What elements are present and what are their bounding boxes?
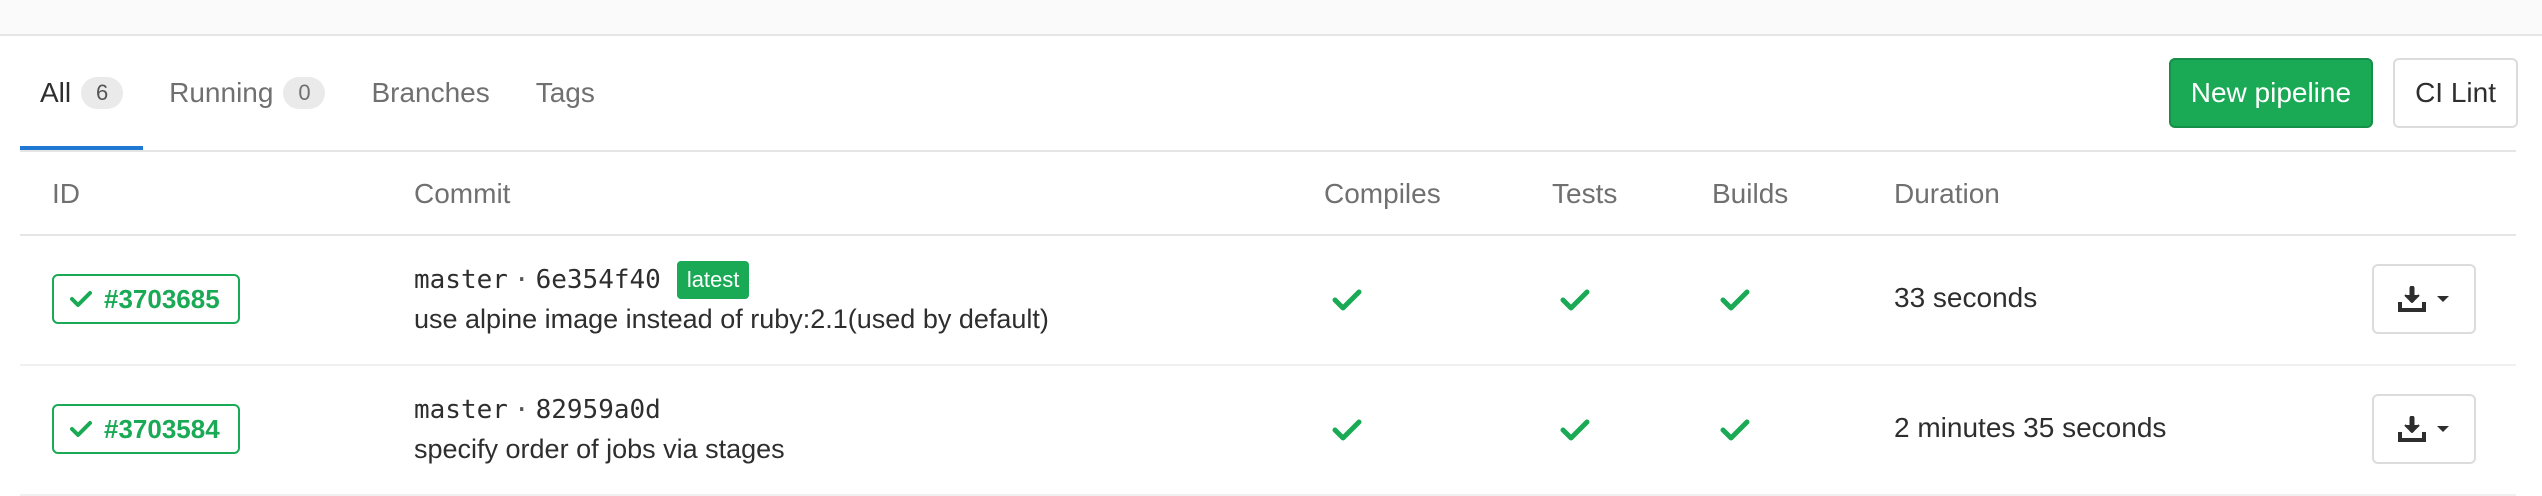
header-tests: Tests <box>1552 178 1618 209</box>
artifacts-dropdown-button[interactable] <box>2372 394 2476 464</box>
commit-ref-line: master · 82959a0d <box>414 390 785 430</box>
header-commit: Commit <box>414 178 511 209</box>
artifacts-dropdown-button[interactable] <box>2372 264 2476 334</box>
commit-ref-line: master · 6e354f40 latest <box>414 260 1049 300</box>
pipeline-id: #3703584 <box>104 413 220 444</box>
table-row: #3703584 master · 82959a0d specify order… <box>20 366 2516 496</box>
table-header: ID Commit Compiles Tests Builds Duration <box>20 152 2516 236</box>
stage-builds-success-icon[interactable] <box>1720 286 1750 314</box>
new-pipeline-button[interactable]: New pipeline <box>2168 58 2374 128</box>
tab-all[interactable]: All 6 <box>20 36 144 150</box>
tab-running[interactable]: Running 0 <box>149 36 345 150</box>
download-icon <box>2398 286 2426 312</box>
header-actions: New pipeline CI Lint <box>2168 58 2518 128</box>
pipelines-table: ID Commit Compiles Tests Builds Duration… <box>20 152 2516 496</box>
top-strip <box>0 0 2542 36</box>
tab-branches-label: Branches <box>371 77 490 108</box>
header-duration: Duration <box>1894 178 2000 209</box>
commit-sha-link[interactable]: 6e354f40 <box>536 265 661 295</box>
commit-sha-link[interactable]: 82959a0d <box>536 395 661 425</box>
header-id: ID <box>52 178 80 209</box>
branch-ref-link[interactable]: master <box>414 395 508 425</box>
commit-cell: master · 6e354f40 latest use alpine imag… <box>414 260 1049 335</box>
tab-branches[interactable]: Branches <box>351 36 509 150</box>
tab-tags-label: Tags <box>535 77 595 108</box>
branch-ref-link[interactable]: master <box>414 265 508 295</box>
check-icon <box>70 421 92 437</box>
check-icon <box>70 291 92 307</box>
latest-badge: latest <box>676 261 750 299</box>
commit-message-link[interactable]: specify order of jobs via stages <box>414 434 785 465</box>
ref-sha-separator: · <box>513 395 530 425</box>
tab-running-count: 0 <box>283 77 326 109</box>
commit-message-link[interactable]: use alpine image instead of ruby:2.1(use… <box>414 304 1049 335</box>
stage-tests-success-icon[interactable] <box>1560 416 1590 444</box>
chevron-down-icon <box>2437 426 2449 432</box>
pipelines-page: All 6 Running 0 Branches Tags New pipeli… <box>0 0 2542 496</box>
table-row: #3703685 master · 6e354f40 latest use al… <box>20 236 2516 366</box>
pipeline-status-badge[interactable]: #3703584 <box>52 404 240 454</box>
pipeline-id: #3703685 <box>104 283 220 314</box>
tab-tags[interactable]: Tags <box>516 36 615 150</box>
pipeline-tabs: All 6 Running 0 Branches Tags <box>20 36 621 150</box>
stage-tests-success-icon[interactable] <box>1560 286 1590 314</box>
commit-cell: master · 82959a0d specify order of jobs … <box>414 390 785 465</box>
download-icon <box>2398 416 2426 442</box>
stage-builds-success-icon[interactable] <box>1720 416 1750 444</box>
ref-sha-separator: · <box>513 265 530 295</box>
ci-lint-button[interactable]: CI Lint <box>2393 58 2518 128</box>
tab-all-count: 6 <box>81 77 124 109</box>
tab-running-label: Running <box>169 77 274 108</box>
stage-compiles-success-icon[interactable] <box>1332 416 1362 444</box>
header-compiles: Compiles <box>1324 178 1441 209</box>
tab-all-label: All <box>40 77 72 108</box>
stage-compiles-success-icon[interactable] <box>1332 286 1362 314</box>
pipeline-duration: 33 seconds <box>1894 282 2038 313</box>
pipeline-status-badge[interactable]: #3703685 <box>52 274 240 324</box>
pipeline-duration: 2 minutes 35 seconds <box>1894 412 2167 443</box>
chevron-down-icon <box>2437 296 2449 302</box>
header-builds: Builds <box>1712 178 1789 209</box>
